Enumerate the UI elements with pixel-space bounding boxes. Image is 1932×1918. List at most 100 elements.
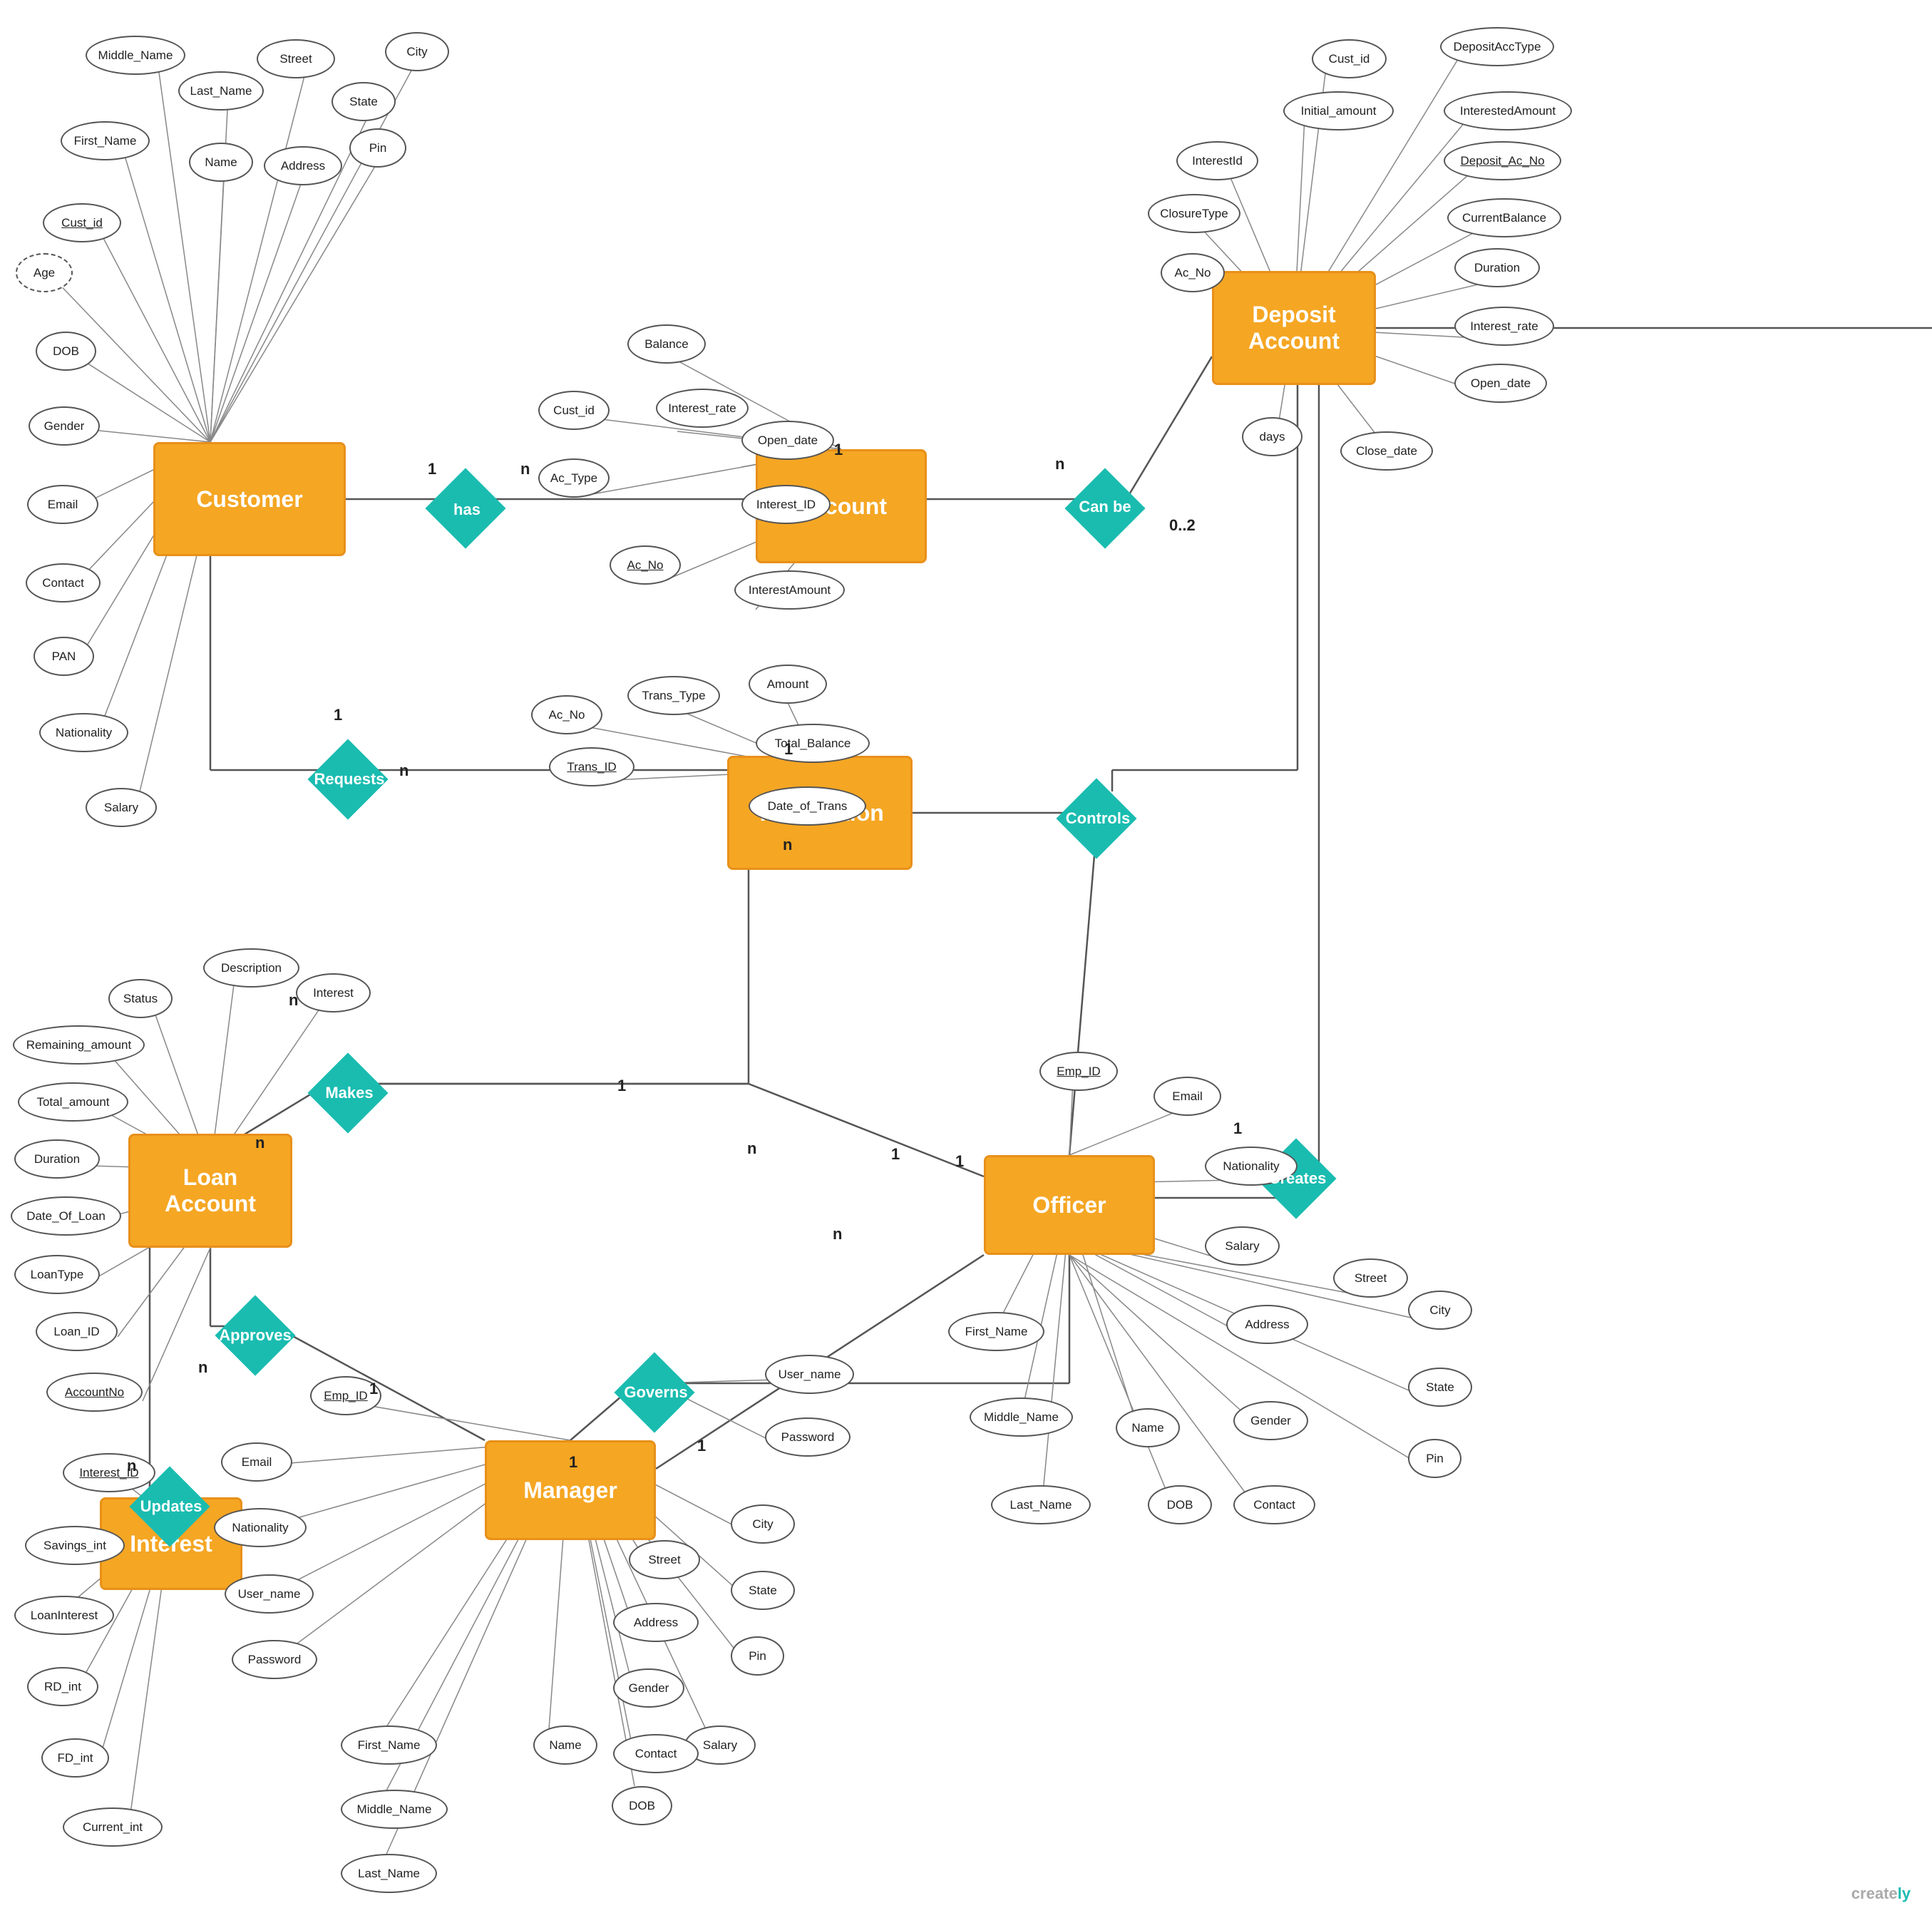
attr-middle-name: Middle_Name (86, 36, 185, 75)
mult-creates-1: 1 (1233, 1119, 1242, 1138)
attr-contact: Contact (26, 563, 101, 602)
attr-description: Description (203, 948, 299, 988)
attr-open-date: Open_date (741, 421, 834, 460)
attr-interest-loan: Interest (296, 973, 371, 1012)
mult-approves-n: n (198, 1358, 207, 1377)
mult-off-n2: n (833, 1225, 842, 1243)
attr-acc-custid: Cust_id (538, 391, 610, 430)
attr-mgr-dob: DOB (612, 1786, 672, 1825)
attr-trans-type: Trans_Type (627, 676, 720, 715)
attr-interest-rate: Interest_rate (656, 389, 749, 428)
attr-mgr-contact: Contact (613, 1734, 699, 1773)
attr-mgr-middlename: Middle_Name (341, 1790, 448, 1829)
customer-label: Customer (196, 486, 302, 513)
attr-emp-id: Emp_ID (1039, 1052, 1118, 1091)
attr-open-date-dep: Open_date (1454, 364, 1547, 403)
attr-loan-id: Loan_ID (36, 1312, 118, 1351)
attr-salary: Salary (86, 788, 157, 827)
creately-badge: creately (1851, 1881, 1911, 1904)
attr-mgr-gender: Gender (613, 1668, 684, 1708)
attr-amount: Amount (749, 665, 827, 704)
attr-off-pin: Pin (1408, 1439, 1461, 1478)
attr-balance: Balance (627, 324, 706, 364)
attr-fd-int: FD_int (41, 1738, 109, 1778)
attr-interest-id-dep: InterestId (1176, 141, 1258, 180)
attr-name: Name (189, 143, 253, 182)
attr-mgr-username: User_name (225, 1574, 314, 1614)
attr-mgr-email: Email (221, 1442, 292, 1482)
attr-off-firstname: First_Name (948, 1312, 1044, 1351)
mult-approves-1: 1 (369, 1380, 378, 1398)
attr-mgr-street: Street (629, 1540, 700, 1579)
customer-entity: Customer (153, 442, 346, 556)
attr-cust-id: Cust_id (43, 203, 121, 242)
attr-total-amount: Total_amount (18, 1082, 128, 1122)
mult-mgr-1a: 1 (697, 1437, 706, 1455)
attr-email: Email (27, 485, 98, 524)
attr-total-balance: Total_Balance (756, 724, 870, 763)
attr-off-email: Email (1153, 1077, 1221, 1116)
attr-days: days (1242, 417, 1302, 456)
officer-label: Officer (1032, 1192, 1106, 1219)
attr-mgr-state: State (731, 1571, 795, 1610)
attr-address: Address (264, 146, 342, 185)
mult-updates-n: n (127, 1457, 136, 1475)
attr-off-state: State (1408, 1368, 1472, 1407)
attr-trans-id: Trans_ID (549, 747, 634, 786)
attr-off-lastname: Last_Name (991, 1485, 1091, 1524)
mult-makes-1: 1 (617, 1077, 626, 1095)
attr-first-name: First_Name (61, 121, 150, 160)
attr-mgr-nationality: Nationality (214, 1508, 307, 1547)
attr-ac-no-dep: Ac_No (1161, 253, 1225, 292)
requests-label: Requests (307, 759, 392, 799)
deposit-account-label: Deposit Account (1248, 302, 1340, 354)
deposit-account-entity: Deposit Account (1212, 271, 1376, 385)
attr-mgr-password: Password (232, 1640, 317, 1679)
attr-duration: Duration (1454, 248, 1540, 287)
creates-label: Creates (1255, 1159, 1340, 1198)
attr-off-dob: DOB (1148, 1485, 1212, 1524)
attr-ac-type: Ac_Type (538, 458, 610, 498)
attr-close-date: Close_date (1340, 431, 1433, 471)
attr-initial-amount: Initial_amount (1283, 91, 1394, 130)
attr-mgr-name: Name (533, 1725, 597, 1765)
mult-dep-canbe: 0..2 (1169, 516, 1196, 535)
mult-makes-n: n (289, 991, 298, 1010)
attr-rd-int: RD_int (27, 1667, 98, 1706)
attr-date-of-trans: Date_of_Trans (749, 786, 866, 826)
attr-loan-type: LoanType (14, 1255, 100, 1294)
makes-label: Makes (307, 1073, 392, 1112)
attr-street: Street (257, 39, 335, 78)
attr-date-of-loan: Date_Of_Loan (11, 1196, 121, 1236)
mult-mgr-1b: 1 (569, 1453, 577, 1472)
attr-closure-type: ClosureType (1148, 194, 1240, 233)
loan-account-entity: Loan Account (128, 1134, 292, 1248)
attr-off-street: Street (1333, 1258, 1408, 1298)
attr-interest-rate-dep: Interest_rate (1454, 307, 1554, 346)
attr-current-int: Current_int (63, 1807, 163, 1847)
attr-interest-id: Interest_ID (741, 485, 831, 524)
attr-gender: Gender (29, 406, 100, 446)
manager-label: Manager (523, 1477, 617, 1504)
attr-mgr-address: Address (613, 1603, 699, 1642)
mult-off-1b: 1 (955, 1152, 964, 1171)
attr-pan: PAN (34, 637, 94, 676)
attr-loan-interest: LoanInterest (14, 1596, 114, 1635)
attr-nationality: Nationality (39, 713, 128, 752)
attr-mgr-pin: Pin (731, 1636, 784, 1676)
attr-age: Age (16, 253, 73, 292)
attr-last-name: Last_Name (178, 71, 264, 111)
attr-mgr-firstname: First_Name (341, 1725, 437, 1765)
attr-gov-password: Password (765, 1417, 851, 1457)
attr-interested-amount: InterestedAmount (1444, 91, 1572, 130)
canbe-label: Can be (1066, 489, 1144, 525)
attr-savings-int: Savings_int (25, 1526, 125, 1565)
attr-off-salary: Salary (1205, 1226, 1280, 1266)
attr-trans-acno: Ac_No (531, 695, 602, 734)
mult-has-right: n (520, 460, 530, 478)
mult-off-1a: 1 (891, 1145, 900, 1164)
attr-off-city: City (1408, 1291, 1472, 1330)
attr-mgr-city: City (731, 1504, 795, 1544)
attr-city: City (385, 32, 449, 71)
attr-current-balance: CurrentBalance (1447, 198, 1561, 237)
